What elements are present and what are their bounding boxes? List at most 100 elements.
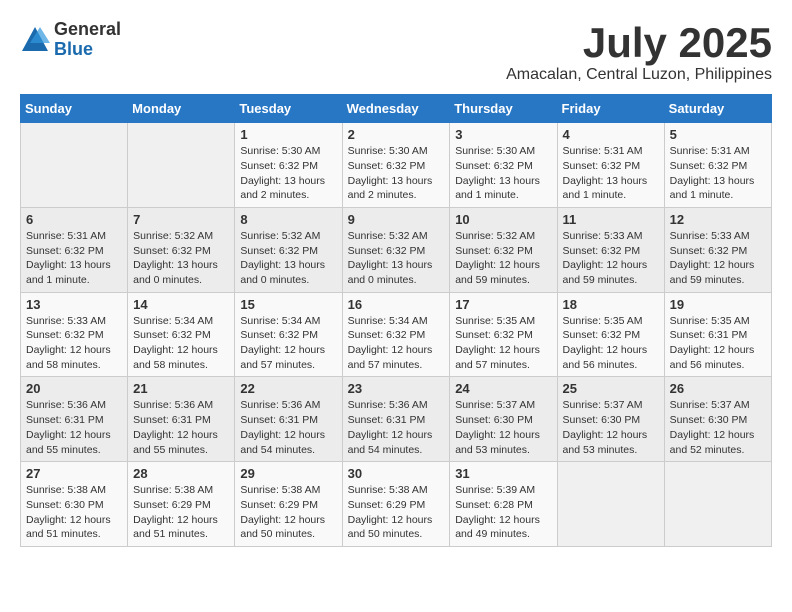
calendar-cell: 2Sunrise: 5:30 AMSunset: 6:32 PMDaylight… bbox=[342, 123, 450, 208]
calendar-table: SundayMondayTuesdayWednesdayThursdayFrid… bbox=[20, 94, 772, 547]
calendar-cell: 18 Sunrise: 5:35 AMSunset: 6:32 PMDayligh… bbox=[557, 292, 664, 377]
calendar-cell: 13 Sunrise: 5:33 AMSunset: 6:32 PMDayligh… bbox=[21, 292, 128, 377]
day-number: 31 bbox=[455, 466, 551, 481]
day-info: Sunrise: 5:36 AMSunset: 6:31 PMDaylight:… bbox=[348, 398, 445, 457]
day-number: 27 bbox=[26, 466, 122, 481]
day-number: 3 bbox=[455, 127, 551, 142]
calendar-cell: 4 Sunrise: 5:31 AMSunset: 6:32 PMDaylight… bbox=[557, 123, 664, 208]
calendar-cell: 9 Sunrise: 5:32 AMSunset: 6:32 PMDaylight… bbox=[342, 207, 450, 292]
calendar-cell: 16 Sunrise: 5:34 AMSunset: 6:32 PMDayligh… bbox=[342, 292, 450, 377]
day-info: Sunrise: 5:31 AMSunset: 6:32 PMDaylight:… bbox=[563, 144, 659, 203]
calendar-cell: 31Sunrise: 5:39 AMSunset: 6:28 PMDayligh… bbox=[450, 462, 557, 547]
weekday-header-sunday: Sunday bbox=[21, 95, 128, 123]
day-number: 26 bbox=[670, 381, 766, 396]
calendar-cell: 25 Sunrise: 5:37 AMSunset: 6:30 PMDayligh… bbox=[557, 377, 664, 462]
day-number: 24 bbox=[455, 381, 551, 396]
logo-general: General bbox=[54, 20, 121, 40]
weekday-header-wednesday: Wednesday bbox=[342, 95, 450, 123]
calendar-cell bbox=[664, 462, 771, 547]
day-info: Sunrise: 5:34 AMSunset: 6:32 PMDaylight:… bbox=[133, 314, 229, 373]
calendar-cell: 11 Sunrise: 5:33 AMSunset: 6:32 PMDayligh… bbox=[557, 207, 664, 292]
weekday-row: SundayMondayTuesdayWednesdayThursdayFrid… bbox=[21, 95, 772, 123]
calendar-cell: 8Sunrise: 5:32 AMSunset: 6:32 PMDaylight… bbox=[235, 207, 342, 292]
calendar-cell: 17 Sunrise: 5:35 AMSunset: 6:32 PMDayligh… bbox=[450, 292, 557, 377]
day-info: Sunrise: 5:35 AMSunset: 6:32 PMDaylight:… bbox=[455, 314, 551, 373]
calendar-body: 1 Sunrise: 5:30 AMSunset: 6:32 PMDaylight… bbox=[21, 123, 772, 547]
calendar-cell: 1 Sunrise: 5:30 AMSunset: 6:32 PMDaylight… bbox=[235, 123, 342, 208]
logo-icon bbox=[20, 25, 50, 55]
day-info: Sunrise: 5:37 AMSunset: 6:30 PMDaylight:… bbox=[563, 398, 659, 457]
day-number: 20 bbox=[26, 381, 122, 396]
calendar-cell: 23 Sunrise: 5:36 AMSunset: 6:31 PMDayligh… bbox=[342, 377, 450, 462]
day-number: 30 bbox=[348, 466, 445, 481]
day-number: 23 bbox=[348, 381, 445, 396]
day-number: 17 bbox=[455, 297, 551, 312]
calendar-cell: 27 Sunrise: 5:38 AMSunset: 6:30 PMDayligh… bbox=[21, 462, 128, 547]
day-number: 18 bbox=[563, 297, 659, 312]
logo-blue: Blue bbox=[54, 40, 121, 60]
calendar-cell: 14Sunrise: 5:34 AMSunset: 6:32 PMDayligh… bbox=[128, 292, 235, 377]
calendar-cell: 30 Sunrise: 5:38 AMSunset: 6:29 PMDayligh… bbox=[342, 462, 450, 547]
day-number: 25 bbox=[563, 381, 659, 396]
calendar-week-0: 1 Sunrise: 5:30 AMSunset: 6:32 PMDaylight… bbox=[21, 123, 772, 208]
day-number: 19 bbox=[670, 297, 766, 312]
day-info: Sunrise: 5:30 AMSunset: 6:32 PMDaylight:… bbox=[348, 144, 445, 203]
calendar-cell: 19 Sunrise: 5:35 AMSunset: 6:31 PMDayligh… bbox=[664, 292, 771, 377]
day-info: Sunrise: 5:38 AMSunset: 6:30 PMDaylight:… bbox=[26, 483, 122, 542]
day-info: Sunrise: 5:30 AMSunset: 6:32 PMDaylight:… bbox=[240, 144, 336, 203]
day-number: 22 bbox=[240, 381, 336, 396]
calendar-week-4: 27 Sunrise: 5:38 AMSunset: 6:30 PMDayligh… bbox=[21, 462, 772, 547]
day-info: Sunrise: 5:36 AMSunset: 6:31 PMDaylight:… bbox=[240, 398, 336, 457]
day-info: Sunrise: 5:37 AMSunset: 6:30 PMDaylight:… bbox=[455, 398, 551, 457]
day-info: Sunrise: 5:31 AMSunset: 6:32 PMDaylight:… bbox=[670, 144, 766, 203]
calendar-cell: 21Sunrise: 5:36 AMSunset: 6:31 PMDayligh… bbox=[128, 377, 235, 462]
calendar-cell: 10 Sunrise: 5:32 AMSunset: 6:32 PMDayligh… bbox=[450, 207, 557, 292]
day-number: 7 bbox=[133, 212, 229, 227]
title-block: July 2025 Amacalan, Central Luzon, Phili… bbox=[506, 20, 772, 84]
day-number: 21 bbox=[133, 381, 229, 396]
day-info: Sunrise: 5:35 AMSunset: 6:31 PMDaylight:… bbox=[670, 314, 766, 373]
day-info: Sunrise: 5:31 AMSunset: 6:32 PMDaylight:… bbox=[26, 229, 122, 288]
weekday-header-friday: Friday bbox=[557, 95, 664, 123]
day-number: 16 bbox=[348, 297, 445, 312]
location: Amacalan, Central Luzon, Philippines bbox=[506, 66, 772, 84]
logo-text: General Blue bbox=[54, 20, 121, 60]
day-number: 13 bbox=[26, 297, 122, 312]
day-info: Sunrise: 5:32 AMSunset: 6:32 PMDaylight:… bbox=[455, 229, 551, 288]
day-info: Sunrise: 5:33 AMSunset: 6:32 PMDaylight:… bbox=[670, 229, 766, 288]
calendar-cell: 22 Sunrise: 5:36 AMSunset: 6:31 PMDayligh… bbox=[235, 377, 342, 462]
day-info: Sunrise: 5:32 AMSunset: 6:32 PMDaylight:… bbox=[348, 229, 445, 288]
calendar-cell: 5 Sunrise: 5:31 AMSunset: 6:32 PMDaylight… bbox=[664, 123, 771, 208]
weekday-header-tuesday: Tuesday bbox=[235, 95, 342, 123]
calendar-cell: 12Sunrise: 5:33 AMSunset: 6:32 PMDayligh… bbox=[664, 207, 771, 292]
day-info: Sunrise: 5:38 AMSunset: 6:29 PMDaylight:… bbox=[348, 483, 445, 542]
day-number: 15 bbox=[240, 297, 336, 312]
day-number: 1 bbox=[240, 127, 336, 142]
day-number: 5 bbox=[670, 127, 766, 142]
calendar-cell: 20Sunrise: 5:36 AMSunset: 6:31 PMDayligh… bbox=[21, 377, 128, 462]
day-info: Sunrise: 5:37 AMSunset: 6:30 PMDaylight:… bbox=[670, 398, 766, 457]
calendar-week-3: 20 Sunrise: 5:36 AMSunset: 6:31 PMDayligh… bbox=[21, 377, 772, 462]
day-number: 11 bbox=[563, 212, 659, 227]
weekday-header-saturday: Saturday bbox=[664, 95, 771, 123]
calendar-cell bbox=[21, 123, 128, 208]
calendar-week-2: 13 Sunrise: 5:33 AMSunset: 6:32 PMDayligh… bbox=[21, 292, 772, 377]
day-info: Sunrise: 5:33 AMSunset: 6:32 PMDaylight:… bbox=[26, 314, 122, 373]
page-header: General Blue July 2025 Amacalan, Central… bbox=[20, 20, 772, 84]
month-title: July 2025 bbox=[506, 20, 772, 66]
weekday-header-thursday: Thursday bbox=[450, 95, 557, 123]
calendar-cell: 26 Sunrise: 5:37 AMSunset: 6:30 PMDayligh… bbox=[664, 377, 771, 462]
day-number: 28 bbox=[133, 466, 229, 481]
day-info: Sunrise: 5:38 AMSunset: 6:29 PMDaylight:… bbox=[240, 483, 336, 542]
day-number: 9 bbox=[348, 212, 445, 227]
day-info: Sunrise: 5:33 AMSunset: 6:32 PMDaylight:… bbox=[563, 229, 659, 288]
calendar-cell: 29Sunrise: 5:38 AMSunset: 6:29 PMDayligh… bbox=[235, 462, 342, 547]
weekday-header-monday: Monday bbox=[128, 95, 235, 123]
calendar-cell: 24 Sunrise: 5:37 AMSunset: 6:30 PMDayligh… bbox=[450, 377, 557, 462]
day-info: Sunrise: 5:35 AMSunset: 6:32 PMDaylight:… bbox=[563, 314, 659, 373]
day-info: Sunrise: 5:34 AMSunset: 6:32 PMDaylight:… bbox=[348, 314, 445, 373]
calendar-cell: 28Sunrise: 5:38 AMSunset: 6:29 PMDayligh… bbox=[128, 462, 235, 547]
day-number: 4 bbox=[563, 127, 659, 142]
day-info: Sunrise: 5:30 AMSunset: 6:32 PMDaylight:… bbox=[455, 144, 551, 203]
day-number: 10 bbox=[455, 212, 551, 227]
